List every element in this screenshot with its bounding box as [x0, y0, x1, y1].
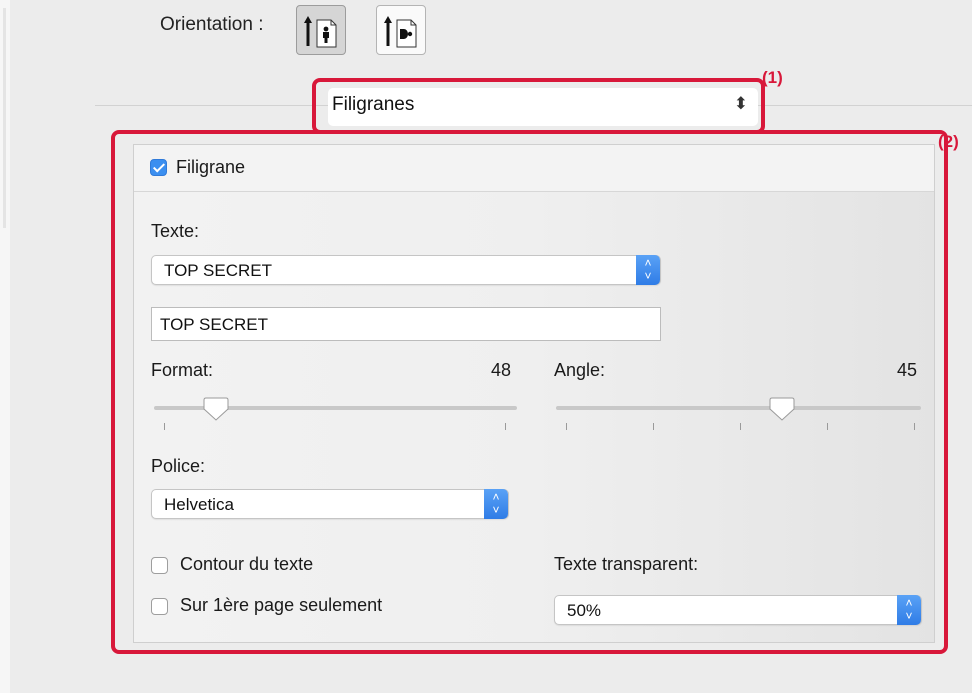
text-preset-value: TOP SECRET	[164, 261, 273, 280]
font-value: Helvetica	[164, 495, 234, 514]
angle-slider-tick	[827, 423, 828, 430]
angle-label: Angle:	[554, 360, 606, 380]
annotation-label-2: (2)	[938, 132, 959, 151]
edge-groove	[3, 8, 6, 228]
portrait-icon	[304, 16, 337, 48]
angle-slider-track	[556, 406, 921, 410]
first-page-only-label: Sur 1ère page seulement	[180, 595, 383, 615]
landscape-orientation-button[interactable]	[376, 5, 426, 55]
transparency-value: 50%	[567, 601, 602, 620]
stepper-chevron-icon: ˄ ˅	[636, 255, 660, 285]
first-page-only-checkbox[interactable]	[151, 598, 168, 615]
format-slider-thumb[interactable]	[203, 397, 229, 421]
outline-text-checkbox[interactable]	[151, 557, 168, 574]
angle-slider-thumb[interactable]	[769, 397, 795, 421]
stepper-chevron-icon: ˄ ˅	[897, 595, 921, 625]
angle-slider-tick	[566, 423, 567, 430]
angle-slider[interactable]	[556, 397, 921, 437]
format-slider-tick	[164, 423, 165, 430]
angle-slider-tick	[653, 423, 654, 430]
transparency-popup[interactable]: 50% ˄ ˅	[554, 595, 922, 625]
angle-slider-tick	[914, 423, 915, 430]
format-label: Format:	[151, 360, 214, 380]
stepper-chevron-icon: ˄ ˅	[484, 489, 508, 519]
transparent-text-label: Texte transparent:	[554, 554, 699, 574]
text-label: Texte:	[151, 221, 200, 241]
watermark-text-input[interactable]	[160, 315, 640, 335]
annotation-box-1	[312, 78, 765, 134]
annotation-label-1: (1)	[762, 68, 783, 87]
format-slider-tick	[505, 423, 506, 430]
watermark-header: Filigrane	[134, 145, 934, 192]
font-label: Police:	[151, 456, 206, 476]
watermark-panel: Filigrane Texte: TOP SECRET ˄˅ Format: 4…	[133, 144, 935, 643]
orientation-label: Orientation :	[160, 14, 264, 35]
format-value: 48	[491, 360, 512, 380]
font-popup[interactable]: Helvetica ˄ ˅	[151, 489, 509, 519]
watermark-checkbox[interactable]	[150, 159, 167, 176]
watermark-checkbox-label: Filigrane	[176, 157, 246, 177]
portrait-orientation-button[interactable]	[296, 5, 346, 55]
outline-text-label: Contour du texte	[180, 554, 314, 574]
format-slider[interactable]	[154, 397, 517, 437]
angle-value: 45	[897, 360, 918, 380]
print-dialog: Orientation : Filigranes ⬍ (1) (2) Filig…	[10, 0, 972, 693]
text-preset-popup[interactable]: TOP SECRET ˄ ˅	[151, 255, 661, 285]
landscape-icon	[384, 16, 417, 48]
watermark-text-field[interactable]	[151, 307, 661, 341]
angle-slider-tick	[740, 423, 741, 430]
